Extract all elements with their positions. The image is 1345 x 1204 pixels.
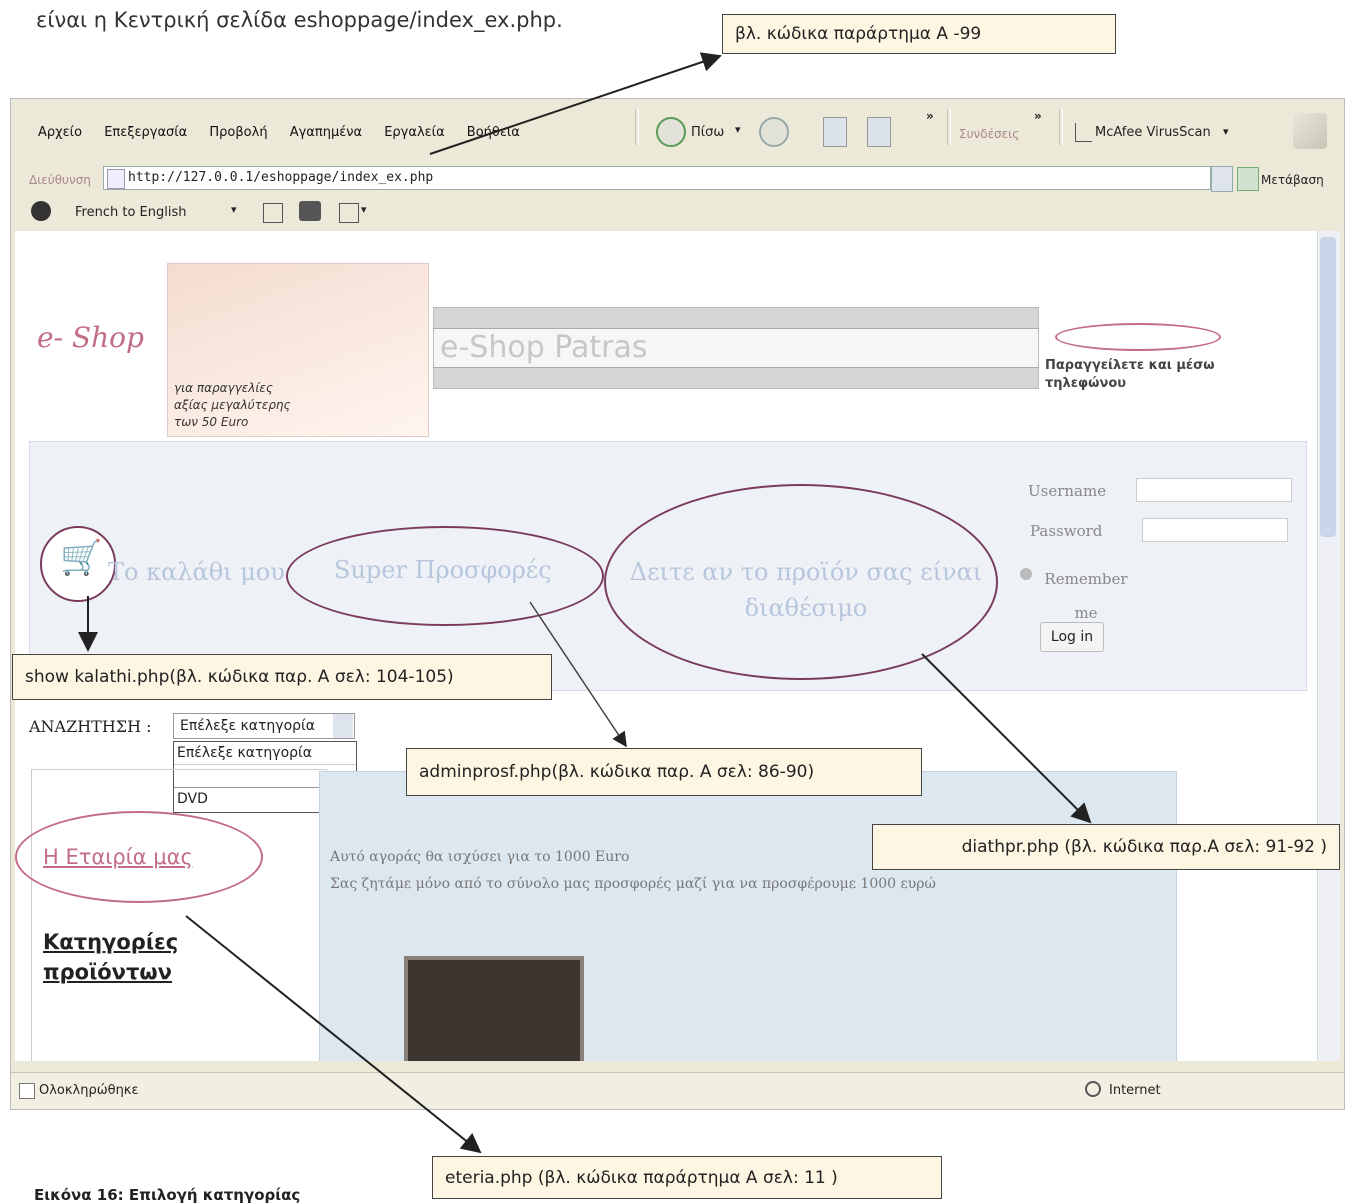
address-input[interactable]: http://127.0.0.1/eshoppage/index_ex.php — [103, 166, 1211, 190]
address-label: Διεύθυνση — [29, 173, 91, 187]
go-arrow-icon[interactable] — [1237, 167, 1259, 191]
remember-label: Remember me — [1044, 570, 1128, 622]
back-dropdown-chevron-icon[interactable]: ▾ — [735, 123, 741, 136]
mcafee-label[interactable]: McAfee VirusScan — [1095, 125, 1211, 140]
dropdown-option[interactable]: Επέλεξε κατηγορία — [174, 742, 356, 765]
links-label[interactable]: Συνδέσεις — [959, 127, 1019, 141]
menu-view[interactable]: Προβολή — [209, 125, 267, 140]
callout-eteria: eteria.php (βλ. κώδικα παράρτημα A σελ: … — [432, 1156, 942, 1199]
menu-favorites[interactable]: Αγαπημένα — [290, 125, 362, 140]
cart-link[interactable]: Το καλάθι μου — [108, 558, 285, 586]
menu-bar: Αρχείο Επεξεργασία Προβολή Αγαπημένα Εργ… — [38, 125, 538, 140]
remember-checkbox[interactable] — [1020, 568, 1032, 580]
windows-logo-icon — [1293, 113, 1327, 149]
menu-edit[interactable]: Επεξεργασία — [104, 125, 187, 140]
chevron-overflow-icon[interactable]: » — [1034, 109, 1042, 123]
menu-file[interactable]: Αρχείο — [38, 125, 82, 140]
web-page-viewport: e- Shop για παραγγελίες αξίας μεγαλύτερη… — [15, 231, 1331, 1061]
help-dropdown-chevron-icon[interactable]: ▾ — [361, 203, 367, 216]
help-icon[interactable] — [339, 203, 359, 223]
page-icon — [107, 169, 125, 189]
search-label: ΑΝΑΖΗΤΗΣΗ : — [29, 717, 152, 736]
stop-icon[interactable] — [823, 117, 847, 147]
shopping-cart-icon[interactable]: 🛒 — [40, 526, 116, 602]
menu-help[interactable]: Βοήθεια — [467, 125, 520, 140]
callout-adminprosf: adminprosf.php(βλ. κώδικα παρ. A σελ: 86… — [406, 748, 922, 796]
password-input[interactable] — [1142, 518, 1288, 542]
translate-icon — [31, 201, 51, 221]
chevron-overflow-icon[interactable]: » — [926, 109, 934, 123]
vertical-scrollbar[interactable] — [1317, 231, 1340, 1061]
password-label: Password — [1030, 522, 1103, 540]
callout-kalathi: show kalathi.php(βλ. κώδικα παρ. A σελ: … — [12, 654, 552, 700]
scroll-thumb[interactable] — [1320, 237, 1336, 537]
callout-code-ref-top: βλ. κώδικα παράρτημα A -99 — [722, 14, 1116, 54]
status-bar: Ολοκληρώθηκε Internet — [11, 1072, 1344, 1109]
shop-logo[interactable]: e- Shop — [37, 321, 144, 354]
refresh-icon[interactable] — [867, 117, 891, 147]
translate-toggle-icon[interactable] — [263, 203, 283, 223]
product-image[interactable] — [404, 956, 584, 1061]
username-input[interactable] — [1136, 478, 1292, 502]
mcafee-icon — [1075, 123, 1092, 142]
phone-order-text: Παραγγείλετε και μέσω τηλεφώνου — [1045, 358, 1215, 391]
address-dropdown-chevron-icon[interactable] — [1211, 166, 1233, 192]
company-link[interactable]: Η Εταιρία μας — [43, 845, 193, 869]
title-banner: e-Shop Patras — [433, 307, 1039, 389]
status-text: Ολοκληρώθηκε — [39, 1083, 139, 1098]
back-arrow-icon[interactable] — [656, 117, 686, 147]
callout-diathpr: diathpr.php (βλ. κώδικα παρ.A σελ: 91-92… — [872, 824, 1340, 870]
page-status-icon — [19, 1083, 35, 1099]
back-button-label[interactable]: Πίσω — [691, 125, 724, 140]
intro-text: είναι η Κεντρική σελίδα eshoppage/index_… — [36, 8, 563, 32]
offers-content-panel: Αυτό αγοράς θα ισχύσει για το 1000 Euro … — [319, 771, 1177, 1061]
url-text: http://127.0.0.1/eshoppage/index_ex.php — [128, 170, 434, 185]
menu-tools[interactable]: Εργαλεία — [384, 125, 444, 140]
banner-title: e-Shop Patras — [434, 328, 1038, 368]
category-select[interactable]: Επέλεξε κατηγορία — [173, 713, 355, 739]
browser-window: Αρχείο Επεξεργασία Προβολή Αγαπημένα Εργ… — [10, 98, 1345, 1110]
free-delivery-banner[interactable]: για παραγγελίες αξίας μεγαλύτερης των 50… — [167, 263, 429, 437]
options-icon[interactable] — [299, 201, 321, 221]
globe-icon — [1085, 1081, 1101, 1097]
go-button[interactable]: Μετάβαση — [1261, 173, 1324, 187]
categories-heading[interactable]: Κατηγορίες προϊόντων — [43, 927, 203, 987]
select-chevron-icon[interactable] — [333, 714, 353, 738]
phone-badge — [1055, 323, 1221, 351]
mcafee-dropdown-chevron-icon[interactable]: ▾ — [1223, 125, 1229, 138]
availability-link[interactable]: Δειτε αν το προϊόν σας είναι διαθέσιμο — [616, 554, 996, 626]
translate-dropdown-chevron-icon[interactable]: ▾ — [231, 203, 237, 216]
banner-text: για παραγγελίες αξίας μεγαλύτερης των 50… — [174, 381, 291, 429]
translate-select[interactable]: French to English — [75, 205, 186, 220]
forward-arrow-icon[interactable] — [759, 117, 789, 147]
username-label: Username — [1028, 482, 1107, 500]
figure-caption: Εικόνα 16: Επιλογή κατηγορίας — [34, 1186, 301, 1204]
super-offers-link[interactable]: Super Προσφορές — [334, 556, 552, 584]
zone-text: Internet — [1109, 1083, 1161, 1098]
login-button[interactable]: Log in — [1040, 622, 1104, 652]
